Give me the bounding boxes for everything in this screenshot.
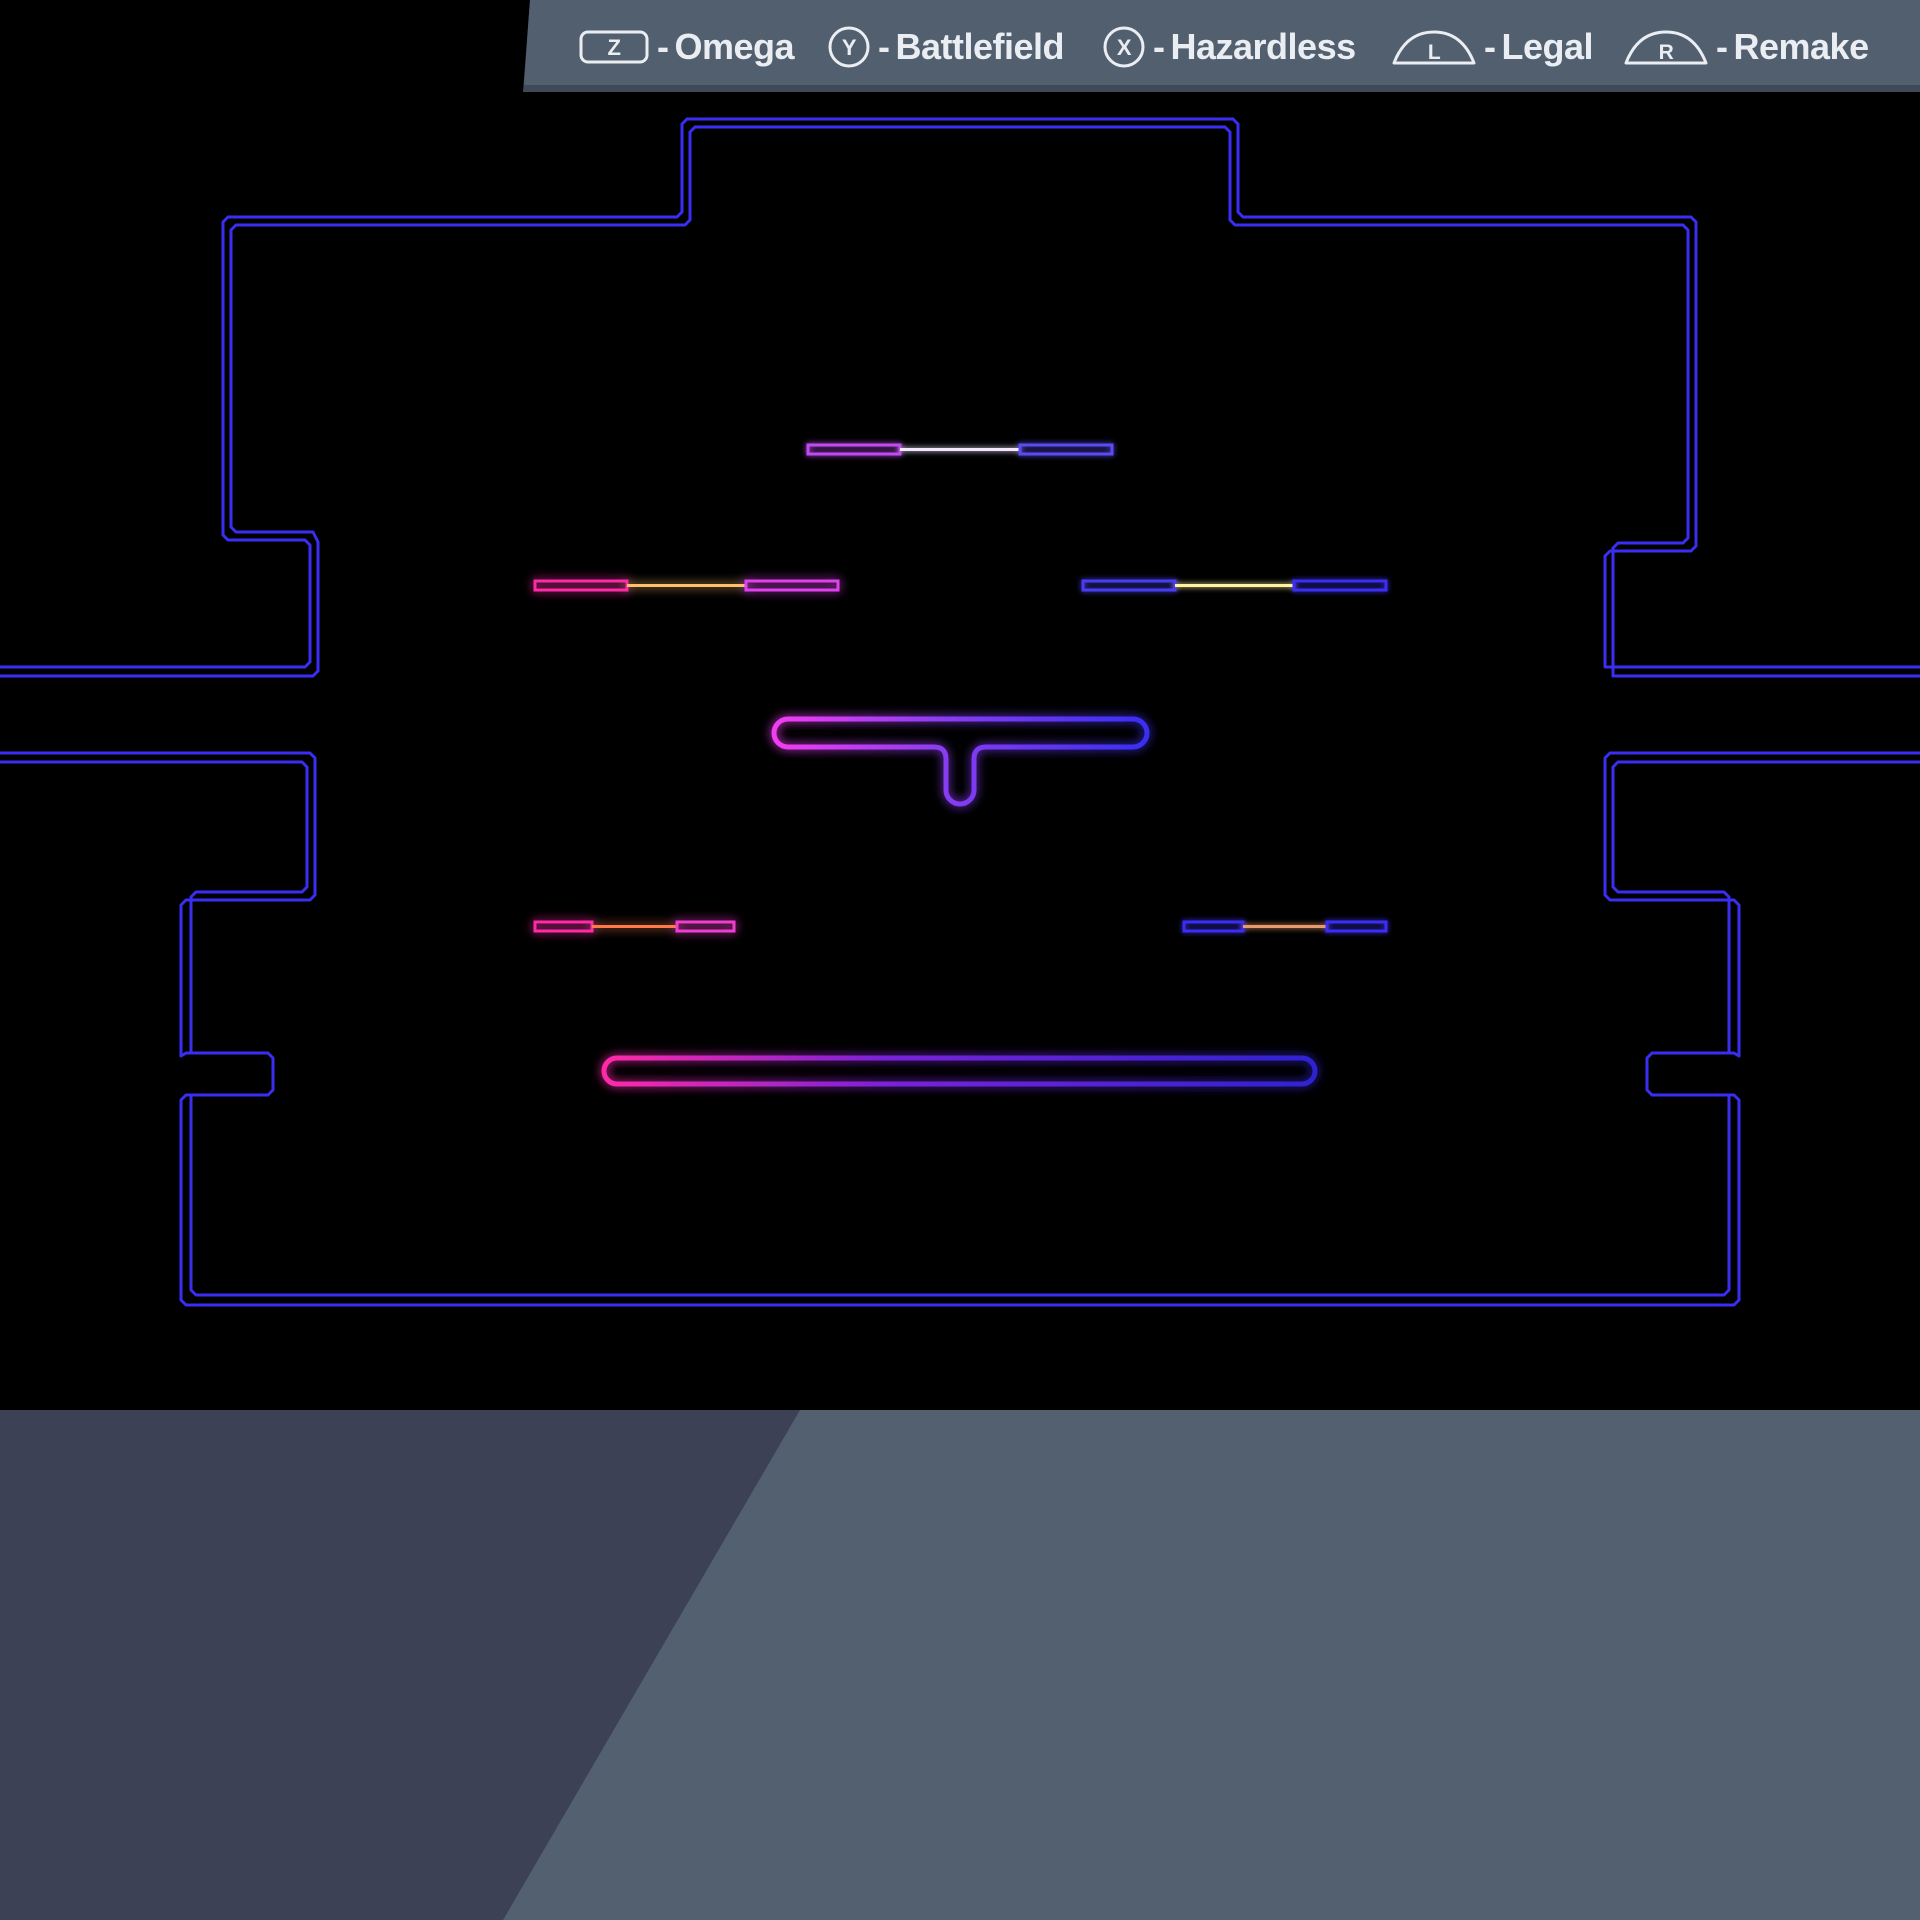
legend-label-omega: Omega: [674, 26, 795, 67]
legend-remake[interactable]: R - Remake: [1624, 22, 1869, 72]
stage-background: [0, 0, 1920, 1410]
x-button-letter: X: [1117, 35, 1132, 60]
legend-omega[interactable]: Z - Omega: [579, 22, 795, 72]
l-shoulder-button-icon: L: [1392, 30, 1476, 65]
legend-separator: -: [657, 26, 669, 67]
y-button-icon: Y: [828, 26, 870, 68]
legend-battlefield[interactable]: Y - Battlefield: [828, 22, 1065, 72]
stage-preview: [0, 0, 1920, 1410]
legend-separator: -: [1153, 26, 1165, 67]
r-button-letter: R: [1659, 41, 1674, 64]
legend-label-battlefield: Battlefield: [895, 26, 1065, 67]
z-button-letter: Z: [608, 35, 621, 60]
legend-legal[interactable]: L - Legal: [1392, 22, 1594, 72]
legend-hazardless[interactable]: X - Hazardless: [1103, 22, 1356, 72]
stage-select-screen: Z - Omega Y - Battlefield X - Hazardless: [0, 0, 1920, 1920]
legend-label-remake: Remake: [1733, 26, 1870, 67]
legend-label-legal: Legal: [1501, 26, 1594, 67]
r-shoulder-button-icon: R: [1624, 30, 1708, 65]
legend-separator: -: [1484, 26, 1496, 67]
z-button-icon: Z: [579, 30, 649, 64]
legend-separator: -: [878, 26, 890, 67]
legend-separator: -: [1716, 26, 1728, 67]
l-button-letter: L: [1428, 41, 1441, 64]
x-button-icon: X: [1103, 26, 1145, 68]
y-button-letter: Y: [842, 35, 857, 60]
button-legend-bar: Z - Omega Y - Battlefield X - Hazardless: [0, 0, 1920, 100]
legend-label-hazardless: Hazardless: [1170, 26, 1357, 67]
